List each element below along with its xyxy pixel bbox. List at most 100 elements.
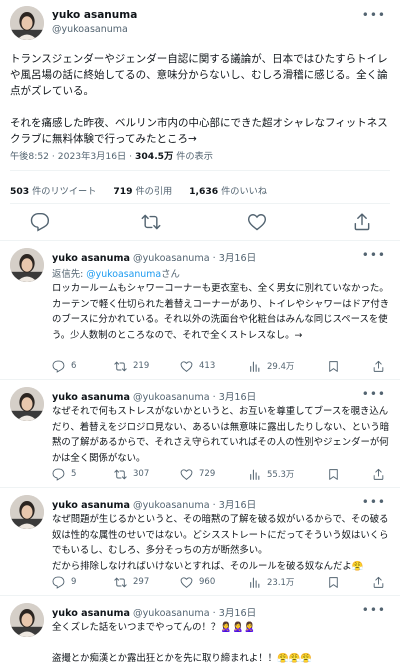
- more-icon[interactable]: •••: [362, 8, 386, 22]
- reply-button[interactable]: 5: [52, 466, 76, 482]
- quotes-stat[interactable]: 719 件の引用: [113, 186, 175, 197]
- retweet-icon[interactable]: [141, 212, 161, 232]
- share-button[interactable]: [372, 466, 391, 482]
- retweet-icon: [114, 577, 127, 587]
- retweet-button[interactable]: 307: [114, 466, 149, 482]
- like-icon[interactable]: [247, 212, 267, 232]
- views-button[interactable]: 55.3万: [248, 466, 294, 482]
- author-handle[interactable]: @yukoasanuma: [52, 24, 128, 35]
- divider: [0, 240, 400, 241]
- reply-actions: 9 297 960 23.1万: [52, 574, 392, 590]
- reply-header: yuko asanuma @yukoasanuma · 3月16日: [52, 497, 256, 511]
- retweet-button[interactable]: 219: [114, 358, 149, 374]
- retweet-count: 297: [133, 577, 150, 587]
- share-button[interactable]: [372, 358, 391, 374]
- likes-stat[interactable]: 1,636 件のいいね: [189, 186, 267, 197]
- quotes-count: 719: [113, 186, 133, 197]
- like-button[interactable]: 729: [180, 466, 215, 482]
- reply-author-name[interactable]: yuko asanuma: [52, 253, 130, 264]
- views-count: 55.3万: [267, 470, 295, 480]
- share-icon: [373, 360, 384, 372]
- reply-header: yuko asanuma @yukoasanuma · 3月16日: [52, 250, 256, 264]
- bookmark-icon: [329, 468, 338, 480]
- share-icon: [373, 468, 384, 480]
- reply-author-handle[interactable]: @yukoasanuma: [133, 392, 210, 403]
- views-count: 29.4万: [267, 362, 295, 372]
- reply-author-handle[interactable]: @yukoasanuma: [133, 500, 210, 511]
- reply-date[interactable]: · 3月16日: [213, 253, 257, 264]
- reply-author-name[interactable]: yuko asanuma: [52, 500, 130, 511]
- reply-button[interactable]: 6: [52, 358, 76, 374]
- views-count: 304.5万: [135, 151, 174, 162]
- reply-actions: 6 219 413 29.4万: [52, 358, 392, 374]
- reply-date[interactable]: · 3月16日: [213, 500, 257, 511]
- reply-actions: 5 307 729 55.3万: [52, 466, 392, 482]
- reply-date[interactable]: · 3月16日: [213, 608, 257, 619]
- reply-icon[interactable]: [30, 212, 50, 232]
- divider: [0, 487, 400, 488]
- reply-icon: [52, 576, 65, 588]
- reply-avatar[interactable]: [10, 387, 44, 421]
- reply-count: 6: [71, 361, 77, 371]
- tweet-time[interactable]: 午後8:52 · 2023年3月16日: [10, 151, 126, 162]
- author-avatar[interactable]: [10, 6, 44, 40]
- tweet-actions: [0, 210, 400, 234]
- reply-text: ロッカールームもシャワーコーナーも更衣室も、全く男女に別れていなかった。カーテン…: [52, 283, 390, 341]
- quotes-label: 件の引用: [135, 186, 173, 197]
- views-button[interactable]: 23.1万: [248, 574, 294, 590]
- views-label: 件の表示: [176, 151, 213, 162]
- retweets-count: 503: [10, 186, 30, 197]
- reply-to: 返信先: @yukoasanumaさん: [52, 266, 180, 280]
- divider: [0, 595, 400, 596]
- reply-author-name[interactable]: yuko asanuma: [52, 392, 130, 403]
- views-icon: [250, 577, 260, 588]
- more-icon[interactable]: •••: [362, 387, 386, 401]
- views-icon: [250, 361, 260, 372]
- reply-count: 5: [71, 469, 77, 479]
- retweet-icon: [114, 361, 127, 371]
- views-count: 23.1万: [267, 578, 295, 588]
- share-button[interactable]: [372, 574, 391, 590]
- retweet-icon: [114, 469, 127, 479]
- reply-date[interactable]: · 3月16日: [213, 392, 257, 403]
- more-icon[interactable]: •••: [362, 495, 386, 509]
- like-icon: [180, 576, 193, 588]
- bookmark-button[interactable]: [327, 466, 346, 482]
- retweets-stat[interactable]: 503 件のリツイート: [10, 186, 99, 197]
- reply-avatar[interactable]: [10, 603, 44, 637]
- like-button[interactable]: 413: [180, 358, 215, 374]
- reply-button[interactable]: 9: [52, 574, 76, 590]
- reply-to-suffix: さん: [161, 269, 180, 280]
- reply-avatar[interactable]: [10, 248, 44, 282]
- reply-avatar[interactable]: [10, 495, 44, 529]
- tweet-thread: yuko asanuma @yukoasanuma ••• トランスジェンダーや…: [0, 0, 400, 668]
- like-count: 729: [199, 469, 216, 479]
- retweet-button[interactable]: 297: [114, 574, 149, 590]
- retweet-count: 307: [133, 469, 150, 479]
- bookmark-button[interactable]: [327, 574, 346, 590]
- divider: [10, 170, 390, 171]
- reply-header: yuko asanuma @yukoasanuma · 3月16日: [52, 605, 256, 619]
- like-button[interactable]: 960: [180, 574, 215, 590]
- retweet-count: 219: [133, 361, 150, 371]
- reply-header: yuko asanuma @yukoasanuma · 3月16日: [52, 389, 256, 403]
- share-icon: [373, 576, 384, 588]
- reply-author-name[interactable]: yuko asanuma: [52, 608, 130, 619]
- reply-to-prefix: 返信先:: [52, 269, 87, 280]
- author-name[interactable]: yuko asanuma: [52, 9, 137, 21]
- reply-to-mention[interactable]: @yukoasanuma: [86, 269, 161, 280]
- share-icon[interactable]: [352, 212, 372, 232]
- likes-label: 件のいいね: [221, 186, 268, 197]
- reply-author-handle[interactable]: @yukoasanuma: [133, 253, 210, 264]
- bookmark-button[interactable]: [327, 358, 346, 374]
- bookmark-icon: [329, 360, 338, 372]
- more-icon[interactable]: •••: [362, 603, 386, 617]
- reply-author-handle[interactable]: @yukoasanuma: [133, 608, 210, 619]
- retweets-label: 件のリツイート: [32, 186, 97, 197]
- reply-icon: [52, 360, 65, 372]
- more-icon[interactable]: •••: [362, 248, 386, 262]
- like-count: 960: [199, 577, 216, 587]
- like-icon: [180, 468, 193, 480]
- views-button[interactable]: 29.4万: [248, 358, 294, 374]
- divider: [0, 379, 400, 380]
